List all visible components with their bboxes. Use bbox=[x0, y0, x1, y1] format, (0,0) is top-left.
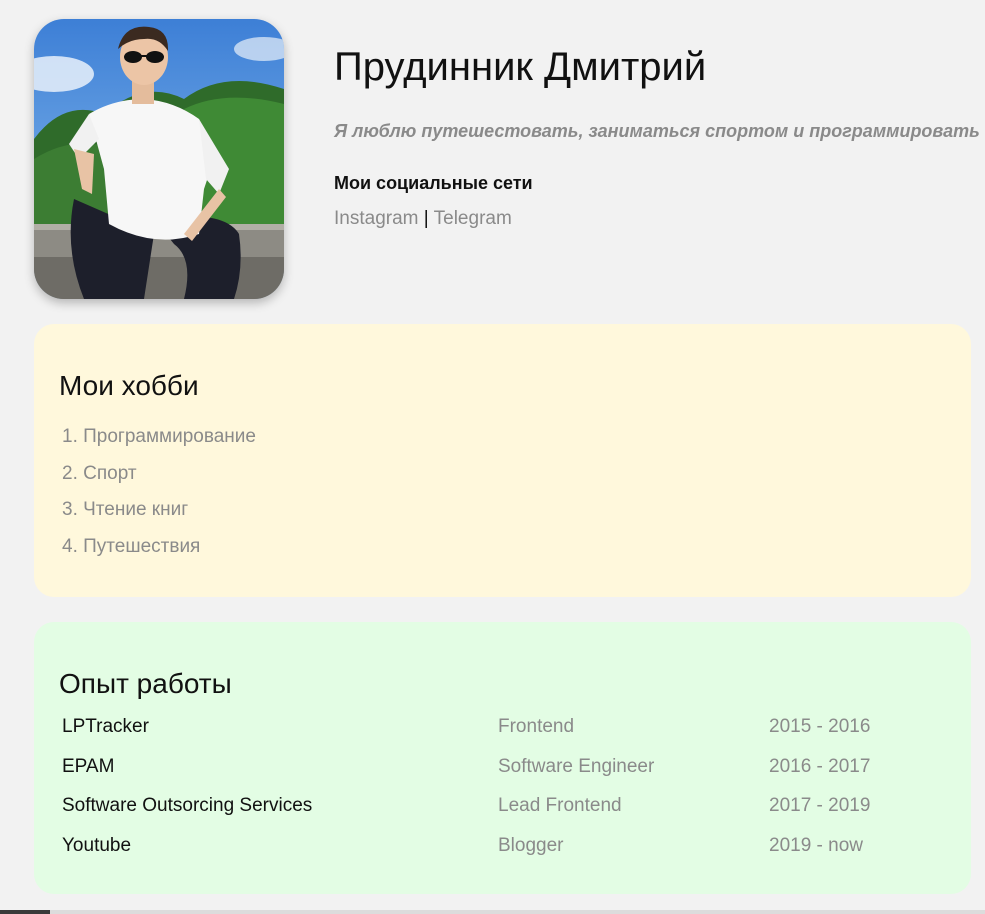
years-cell: 2015 - 2016 bbox=[769, 716, 871, 737]
list-item: 3. Чтение книг bbox=[62, 499, 189, 520]
list-item: 2. Спорт bbox=[62, 462, 137, 484]
role-cell: Blogger bbox=[498, 834, 564, 856]
experience-table: LPTracker Frontend 2015 - 2016 EPAM Soft… bbox=[62, 716, 870, 874]
company-cell: LPTracker bbox=[62, 716, 149, 737]
social-heading: Мои социальные сети bbox=[334, 173, 533, 193]
list-item: 1. Программирование bbox=[62, 426, 256, 447]
resume-page: Прудинник Дмитрий Я люблю путешестовать,… bbox=[0, 0, 985, 914]
years-cell: 2019 - now bbox=[769, 834, 864, 856]
list-item: 4. Путешествия bbox=[62, 535, 201, 557]
hobby-list: 1. Программирование 2. Спорт 3. Чтение к… bbox=[62, 426, 256, 572]
profile-header: Прудинник Дмитрий Я люблю путешестовать,… bbox=[34, 19, 980, 299]
role-cell: Software Engineer bbox=[498, 755, 655, 777]
hobbies-card: Мои хобби 1. Программирование 2. Спорт 3… bbox=[34, 324, 971, 597]
social-links: Instagram | Telegram bbox=[334, 208, 512, 230]
company-cell: EPAM bbox=[62, 755, 115, 777]
table-row: LPTracker Frontend 2015 - 2016 bbox=[62, 716, 870, 756]
profile-tagline: Я люблю путешестовать, заниматься спорто… bbox=[334, 121, 980, 141]
scrollbar-thumb[interactable] bbox=[50, 910, 985, 914]
table-row: Youtube Blogger 2019 - now bbox=[62, 835, 870, 875]
horizontal-scrollbar[interactable] bbox=[0, 910, 985, 914]
years-cell: 2017 - 2019 bbox=[769, 795, 871, 816]
table-row: EPAM Software Engineer 2016 - 2017 bbox=[62, 756, 870, 796]
telegram-link[interactable]: Telegram bbox=[434, 208, 512, 229]
role-cell: Frontend bbox=[498, 716, 575, 737]
avatar-photo bbox=[34, 19, 284, 299]
experience-title: Опыт работы bbox=[59, 668, 232, 699]
avatar bbox=[34, 19, 284, 299]
company-cell: Software Outsorcing Services bbox=[62, 795, 313, 816]
table-row: Software Outsorcing Services Lead Fronte… bbox=[62, 795, 870, 835]
profile-name: Прудинник Дмитрий bbox=[334, 45, 707, 89]
link-separator: | bbox=[423, 208, 429, 229]
years-cell: 2016 - 2017 bbox=[769, 755, 871, 777]
experience-card: Опыт работы LPTracker Frontend 2015 - 20… bbox=[34, 622, 971, 894]
role-cell: Lead Frontend bbox=[498, 795, 622, 816]
hobbies-title: Мои хобби bbox=[59, 370, 199, 401]
instagram-link[interactable]: Instagram bbox=[334, 208, 418, 229]
company-cell: Youtube bbox=[62, 834, 132, 856]
